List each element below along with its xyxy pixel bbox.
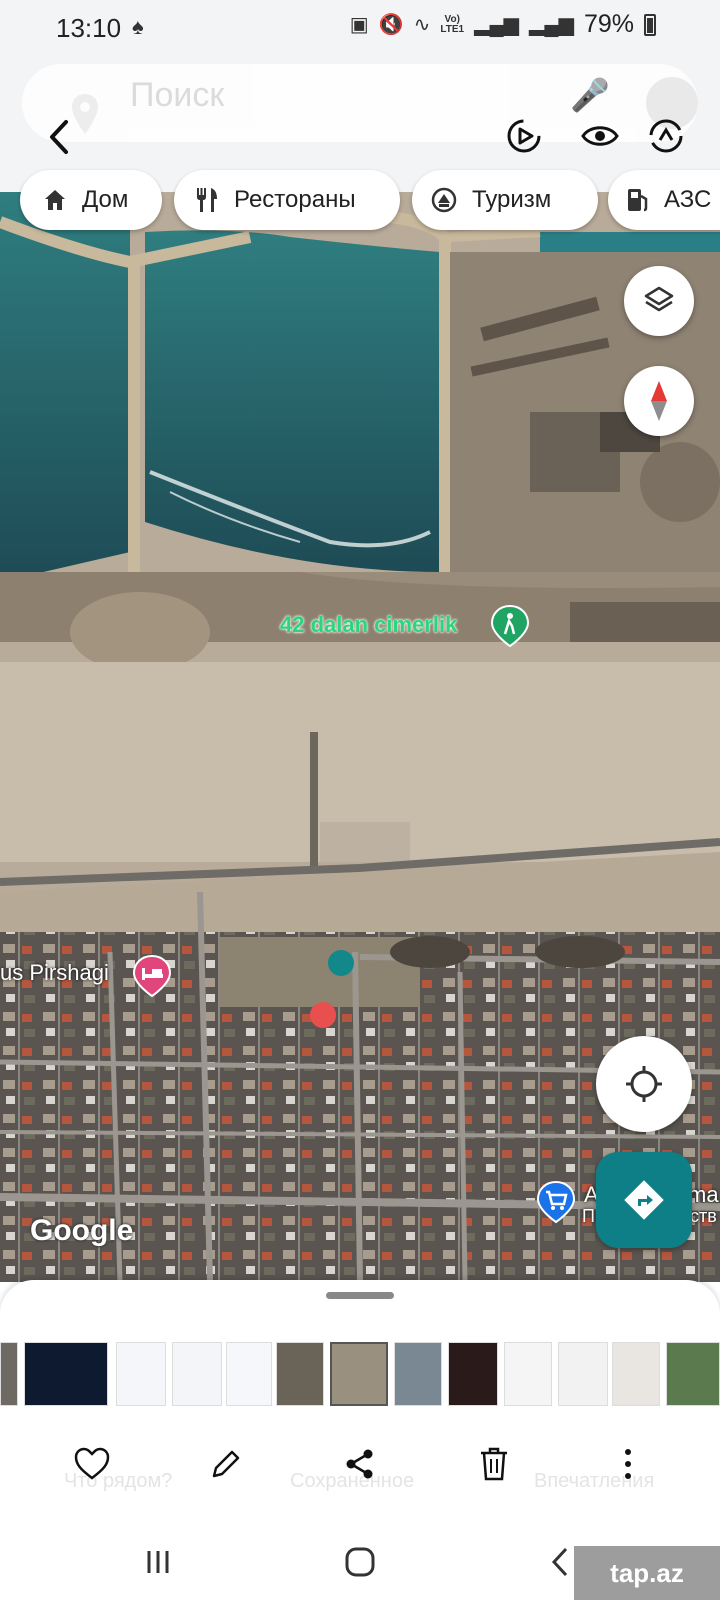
back-button[interactable] (40, 112, 80, 162)
chevron-left-icon (50, 120, 68, 154)
home-icon (45, 190, 65, 210)
favorite-button[interactable] (70, 1442, 114, 1486)
pencil-icon (212, 1450, 240, 1478)
network-bottom-label: LTE1 (440, 23, 465, 35)
marker-red[interactable] (310, 1002, 336, 1028)
home-nav-icon (345, 1547, 375, 1577)
signal-icon: ▂▄▆ (474, 14, 520, 36)
chip-label: АЗС (664, 186, 712, 213)
poi-shop-icon[interactable] (536, 1180, 576, 1224)
delete-button[interactable] (472, 1442, 516, 1486)
chip-tourism[interactable]: Туризм (412, 170, 598, 230)
mute-icon: 🔇 (378, 14, 404, 36)
restaurant-icon (197, 188, 217, 212)
recents-icon (147, 1551, 169, 1573)
heart-icon (74, 1447, 110, 1480)
mic-icon[interactable]: 🎤 (570, 76, 610, 114)
crosshair-icon (626, 1066, 662, 1102)
thumbnail-selected[interactable] (330, 1342, 388, 1406)
more-vertical-icon (625, 1449, 631, 1479)
layers-icon (644, 286, 674, 312)
thumbnail[interactable] (394, 1342, 442, 1406)
status-bar: 13:10 ♠ ▣ 🔇 ∿ Vo) LTE1 ▂▄▆ ▂▄▆ 79% (0, 0, 720, 52)
chip-label: Рестораны (234, 186, 356, 213)
thumbnail[interactable] (558, 1342, 608, 1406)
my-location-button[interactable] (596, 1036, 692, 1132)
chip-label: Дом (82, 186, 129, 213)
thumbnail[interactable] (172, 1342, 222, 1406)
chip-home[interactable]: Дом (20, 170, 162, 230)
thumbnail[interactable] (24, 1342, 108, 1406)
thumbnail[interactable] (276, 1342, 324, 1406)
sheet-handle[interactable] (326, 1292, 394, 1299)
more-options-button[interactable] (606, 1442, 650, 1486)
lock-icon: ▣ (349, 14, 369, 36)
back-nav-icon (551, 1547, 568, 1577)
poi-beach-label[interactable]: 42 dalan cimerlik (280, 612, 457, 638)
compass-icon (651, 381, 667, 421)
marker-teal[interactable] (328, 950, 354, 976)
thumbnail[interactable] (612, 1342, 660, 1406)
category-chips: Дом Рестораны Туризм АЗС (0, 170, 720, 234)
recents-button[interactable] (138, 1542, 178, 1582)
signal-2-icon: ▂▄▆ (529, 14, 574, 36)
thumbnail[interactable] (0, 1342, 18, 1406)
poi-shop-sublabel: П (582, 1206, 595, 1226)
search-placeholder: Поиск (130, 76, 225, 114)
status-icons: ▣ 🔇 ∿ Vo) LTE1 ▂▄▆ ▂▄▆ 79% (350, 10, 656, 39)
poi-shop-label-tail[interactable]: ma (688, 1182, 719, 1208)
thumbnail-strip (0, 1342, 720, 1408)
chip-restaurants[interactable]: Рестораны (174, 170, 400, 230)
compass-button[interactable] (624, 366, 694, 436)
poi-hotel-label[interactable]: us Pirshagi (0, 960, 109, 986)
directions-icon (624, 1180, 664, 1220)
gas-station-icon (628, 189, 648, 212)
thumbnail[interactable] (448, 1342, 498, 1406)
eye-icon[interactable] (580, 116, 620, 156)
chip-label: Туризм (472, 186, 552, 213)
screen: { "status_bar": { "time": "13:10", "netw… (0, 0, 720, 1600)
share-icon (346, 1449, 373, 1479)
thumbnail[interactable] (504, 1342, 552, 1406)
tourism-icon (431, 187, 457, 213)
battery-percent: 79% (583, 10, 634, 38)
wifi-icon: ∿ (413, 14, 431, 36)
notification-icon: ♠ (132, 14, 144, 39)
status-time: 13:10 (56, 13, 122, 43)
layers-button[interactable] (624, 266, 694, 336)
poi-park-icon[interactable] (490, 604, 530, 648)
thumbnail[interactable] (116, 1342, 166, 1406)
motion-photo-icon[interactable] (504, 116, 544, 156)
remaster-icon[interactable] (646, 116, 686, 156)
trash-icon (481, 1447, 507, 1481)
poi-shop-sublabel-tail: ств (690, 1206, 717, 1226)
thumbnail[interactable] (666, 1342, 720, 1406)
tapaz-watermark: tap.az (574, 1546, 720, 1600)
thumbnail[interactable] (226, 1342, 272, 1406)
battery-icon (644, 13, 656, 36)
poi-hotel-icon[interactable] (132, 954, 172, 998)
network-type: Vo) LTE1 (440, 14, 465, 35)
google-watermark: Google (30, 1214, 134, 1247)
chip-gas-station[interactable]: АЗС (608, 170, 720, 230)
share-button[interactable] (338, 1442, 382, 1486)
home-nav-button[interactable] (340, 1542, 380, 1582)
directions-button[interactable] (596, 1152, 692, 1248)
edit-button[interactable] (204, 1442, 248, 1486)
